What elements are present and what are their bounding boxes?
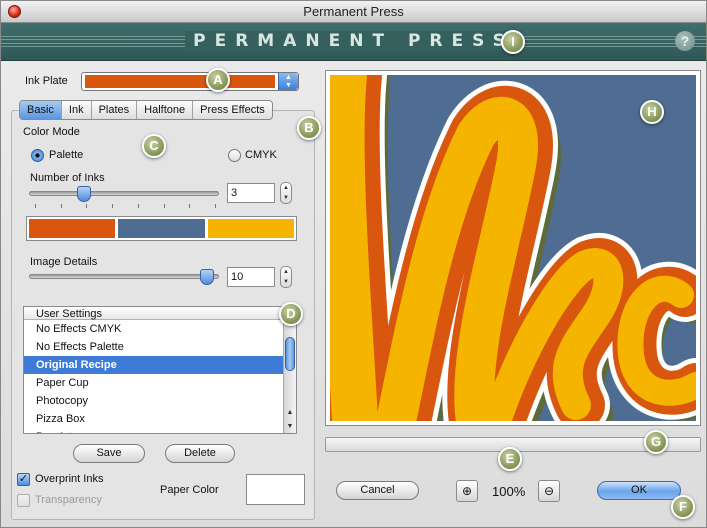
magnifier-plus-icon[interactable]: ⊕: [456, 480, 478, 502]
settings-list-item[interactable]: Photocopy: [24, 392, 285, 410]
zoom-level: 100%: [492, 484, 526, 499]
permanent-press-window: Permanent Press PERMANENT PRESS ? Ink Pl…: [0, 0, 707, 528]
tab-basic[interactable]: Basic: [20, 101, 62, 119]
image-details-stepper[interactable]: ▲ ▼: [280, 266, 292, 288]
palette-label: Palette: [49, 149, 84, 161]
transparency-label: Transparency: [35, 494, 102, 506]
app-banner: PERMANENT PRESS ?: [1, 23, 706, 61]
banner-title: PERMANENT PRESS: [1, 31, 706, 51]
callout-f: F: [671, 495, 695, 519]
ink-plate-label: Ink Plate: [25, 75, 68, 87]
cmyk-label: CMYK: [245, 149, 277, 161]
number-of-inks-field[interactable]: 3: [227, 183, 275, 203]
callout-c: C: [142, 134, 166, 158]
settings-list-item[interactable]: Original Recipe: [24, 356, 285, 374]
ink-plate-select[interactable]: ▲ ▼: [81, 72, 299, 91]
inks-slider-knob[interactable]: [76, 186, 91, 202]
settings-list-item[interactable]: No Effects CMYK: [24, 320, 285, 338]
transparency-checkbox[interactable]: [17, 494, 30, 507]
settings-list-item[interactable]: Pizza Box: [24, 410, 285, 428]
palette-radio[interactable]: [31, 149, 44, 162]
number-of-inks-stepper[interactable]: ▲ ▼: [280, 182, 292, 204]
title-bar: Permanent Press: [1, 1, 706, 23]
ink-plate-swatch: [85, 75, 275, 88]
help-button[interactable]: ?: [675, 31, 695, 51]
overprint-inks-checkbox[interactable]: ✓: [17, 473, 30, 486]
tab-press-effects[interactable]: Press Effects: [193, 101, 272, 119]
callout-d: D: [279, 302, 303, 326]
callout-i: I: [501, 30, 525, 54]
delete-button[interactable]: Delete: [165, 444, 235, 463]
settings-list-header[interactable]: User Settings: [24, 307, 296, 320]
image-details-label: Image Details: [30, 256, 98, 268]
inks-slider-ticks: [35, 204, 216, 208]
settings-list: User Settings No Effects CMYK No Effects …: [23, 306, 297, 434]
cancel-button[interactable]: Cancel: [336, 481, 419, 500]
image-details-field[interactable]: 10: [227, 267, 275, 287]
tab-plates[interactable]: Plates: [92, 101, 138, 119]
tab-bar: Basic Ink Plates Halftone Press Effects: [19, 100, 273, 120]
settings-list-item[interactable]: No Effects Palette: [24, 338, 285, 356]
scrollbar-thumb[interactable]: [285, 337, 295, 371]
settings-list-scrollbar[interactable]: ▲ ▼: [283, 321, 296, 433]
preview-image: [330, 75, 696, 421]
inks-slider-track: [29, 191, 219, 196]
paper-color-well[interactable]: [246, 474, 305, 505]
settings-list-item[interactable]: Pop Art: [24, 428, 285, 433]
paper-color-label: Paper Color: [160, 484, 219, 496]
close-window-button[interactable]: [8, 5, 21, 18]
color-mode-label: Color Mode: [23, 126, 80, 138]
save-button[interactable]: Save: [73, 444, 145, 463]
scroll-down-icon[interactable]: ▼: [284, 421, 296, 433]
callout-a: A: [206, 68, 230, 92]
scroll-up-icon[interactable]: ▲: [284, 407, 296, 419]
callout-e: E: [498, 447, 522, 471]
ink-swatch-3[interactable]: [207, 219, 294, 238]
ink-swatch-2[interactable]: [118, 219, 205, 238]
cmyk-radio[interactable]: [228, 149, 241, 162]
window-title: Permanent Press: [303, 4, 404, 19]
ink-color-strip: [26, 216, 297, 241]
settings-list-item[interactable]: Paper Cup: [24, 374, 285, 392]
details-slider-knob[interactable]: [199, 269, 214, 285]
overprint-inks-label: Overprint Inks: [35, 473, 104, 485]
tab-halftone[interactable]: Halftone: [137, 101, 194, 119]
select-arrows-icon: ▲ ▼: [278, 73, 298, 90]
magnifier-minus-icon[interactable]: ⊖: [538, 480, 560, 502]
number-of-inks-label: Number of Inks: [30, 172, 105, 184]
ink-swatch-1[interactable]: [29, 219, 116, 238]
callout-b: B: [297, 116, 321, 140]
callout-g: G: [644, 430, 668, 454]
callout-h: H: [640, 100, 664, 124]
details-slider-track: [29, 274, 219, 279]
tab-ink[interactable]: Ink: [62, 101, 92, 119]
preview-area[interactable]: [325, 70, 701, 426]
ok-button[interactable]: OK: [597, 481, 681, 500]
